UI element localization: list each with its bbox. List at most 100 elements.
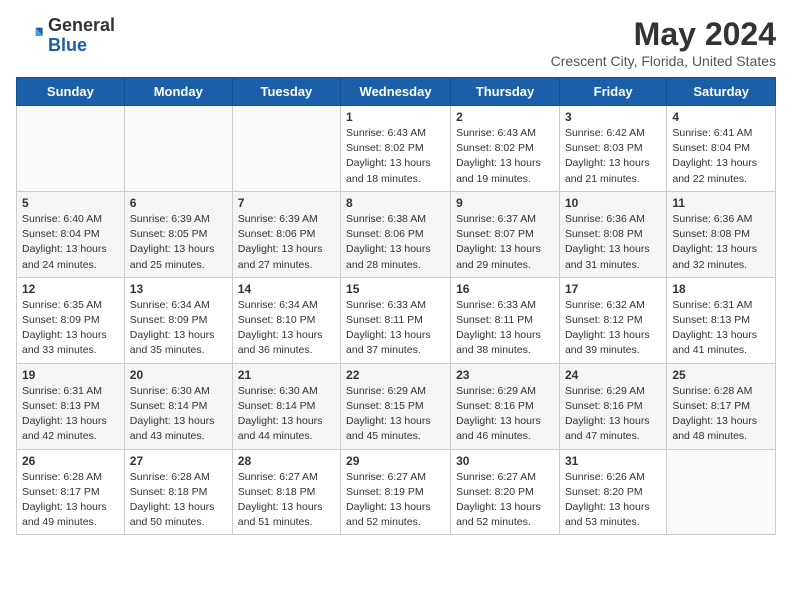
day-info: Sunrise: 6:28 AM Sunset: 8:17 PM Dayligh… bbox=[672, 384, 770, 445]
day-info: Sunrise: 6:42 AM Sunset: 8:03 PM Dayligh… bbox=[565, 126, 661, 187]
calendar-cell: 9Sunrise: 6:37 AM Sunset: 8:07 PM Daylig… bbox=[451, 191, 560, 277]
calendar-cell: 17 Sunrise: 6:32 AM Sunset: 8:12 PM Dayli… bbox=[559, 277, 666, 363]
day-number: 17 bbox=[565, 282, 661, 296]
day-number: 19 bbox=[22, 368, 119, 382]
day-info: Sunrise: 6:41 AM Sunset: 8:04 PM Dayligh… bbox=[672, 126, 770, 187]
calendar-cell: 23Sunrise: 6:29 AM Sunset: 8:16 PM Dayli… bbox=[451, 363, 560, 449]
calendar-header-wednesday: Wednesday bbox=[341, 78, 451, 106]
day-info: Sunrise: 6:27 AM Sunset: 8:19 PM Dayligh… bbox=[346, 470, 445, 531]
calendar-header-thursday: Thursday bbox=[451, 78, 560, 106]
calendar-table: SundayMondayTuesdayWednesdayThursdayFrid… bbox=[16, 77, 776, 535]
day-number: 20 bbox=[130, 368, 227, 382]
calendar-cell: 1 Sunrise: 6:43 AM Sunset: 8:02 PM Daylig… bbox=[341, 106, 451, 192]
day-info: Sunrise: 6:31 AM Sunset: 8:13 PM Dayligh… bbox=[22, 384, 119, 445]
day-info: Sunrise: 6:28 AM Sunset: 8:18 PM Dayligh… bbox=[130, 470, 227, 531]
day-number: 11 bbox=[672, 196, 770, 210]
day-info: Sunrise: 6:43 AM Sunset: 8:02 PM Dayligh… bbox=[456, 126, 554, 187]
calendar-cell: 22 Sunrise: 6:29 AM Sunset: 8:15 PM Dayli… bbox=[341, 363, 451, 449]
calendar-cell: 16 Sunrise: 6:33 AM Sunset: 8:11 PM Dayli… bbox=[451, 277, 560, 363]
day-info: Sunrise: 6:34 AM Sunset: 8:09 PM Dayligh… bbox=[130, 298, 227, 359]
calendar-week-row: 26 Sunrise: 6:28 AM Sunset: 8:17 PM Dayli… bbox=[17, 449, 776, 535]
title-block: May 2024 Crescent City, Florida, United … bbox=[551, 16, 776, 69]
calendar-cell bbox=[124, 106, 232, 192]
day-info: Sunrise: 6:34 AM Sunset: 8:10 PM Dayligh… bbox=[238, 298, 335, 359]
calendar-cell: 14 Sunrise: 6:34 AM Sunset: 8:10 PM Dayli… bbox=[232, 277, 340, 363]
day-info: Sunrise: 6:43 AM Sunset: 8:02 PM Dayligh… bbox=[346, 126, 445, 187]
day-number: 23 bbox=[456, 368, 554, 382]
day-number: 18 bbox=[672, 282, 770, 296]
day-info: Sunrise: 6:39 AM Sunset: 8:06 PM Dayligh… bbox=[238, 212, 335, 273]
calendar-cell: 10 Sunrise: 6:36 AM Sunset: 8:08 PM Dayli… bbox=[559, 191, 666, 277]
calendar-cell: 5Sunrise: 6:40 AM Sunset: 8:04 PM Daylig… bbox=[17, 191, 125, 277]
day-info: Sunrise: 6:33 AM Sunset: 8:11 PM Dayligh… bbox=[456, 298, 554, 359]
calendar-cell: 26 Sunrise: 6:28 AM Sunset: 8:17 PM Dayli… bbox=[17, 449, 125, 535]
calendar-cell: 31 Sunrise: 6:26 AM Sunset: 8:20 PM Dayli… bbox=[559, 449, 666, 535]
calendar-cell: 3 Sunrise: 6:42 AM Sunset: 8:03 PM Daylig… bbox=[559, 106, 666, 192]
day-number: 9 bbox=[456, 196, 554, 210]
day-number: 15 bbox=[346, 282, 445, 296]
calendar-cell: 18 Sunrise: 6:31 AM Sunset: 8:13 PM Dayli… bbox=[667, 277, 776, 363]
day-number: 31 bbox=[565, 454, 661, 468]
day-number: 27 bbox=[130, 454, 227, 468]
day-number: 4 bbox=[672, 110, 770, 124]
day-info: Sunrise: 6:39 AM Sunset: 8:05 PM Dayligh… bbox=[130, 212, 227, 273]
calendar-cell: 20 Sunrise: 6:30 AM Sunset: 8:14 PM Dayli… bbox=[124, 363, 232, 449]
day-number: 5 bbox=[22, 196, 119, 210]
calendar-header-tuesday: Tuesday bbox=[232, 78, 340, 106]
day-info: Sunrise: 6:36 AM Sunset: 8:08 PM Dayligh… bbox=[672, 212, 770, 273]
calendar-cell: 6 Sunrise: 6:39 AM Sunset: 8:05 PM Daylig… bbox=[124, 191, 232, 277]
calendar-cell bbox=[667, 449, 776, 535]
location: Crescent City, Florida, United States bbox=[551, 53, 776, 69]
calendar-week-row: 1 Sunrise: 6:43 AM Sunset: 8:02 PM Daylig… bbox=[17, 106, 776, 192]
day-info: Sunrise: 6:27 AM Sunset: 8:20 PM Dayligh… bbox=[456, 470, 554, 531]
calendar-cell: 24Sunrise: 6:29 AM Sunset: 8:16 PM Dayli… bbox=[559, 363, 666, 449]
day-number: 2 bbox=[456, 110, 554, 124]
day-info: Sunrise: 6:32 AM Sunset: 8:12 PM Dayligh… bbox=[565, 298, 661, 359]
day-info: Sunrise: 6:31 AM Sunset: 8:13 PM Dayligh… bbox=[672, 298, 770, 359]
calendar-cell: 27 Sunrise: 6:28 AM Sunset: 8:18 PM Dayli… bbox=[124, 449, 232, 535]
calendar-header-monday: Monday bbox=[124, 78, 232, 106]
calendar-header-row: SundayMondayTuesdayWednesdayThursdayFrid… bbox=[17, 78, 776, 106]
day-number: 8 bbox=[346, 196, 445, 210]
calendar-cell: 12Sunrise: 6:35 AM Sunset: 8:09 PM Dayli… bbox=[17, 277, 125, 363]
day-info: Sunrise: 6:28 AM Sunset: 8:17 PM Dayligh… bbox=[22, 470, 119, 531]
calendar-cell: 29 Sunrise: 6:27 AM Sunset: 8:19 PM Dayli… bbox=[341, 449, 451, 535]
calendar-header-friday: Friday bbox=[559, 78, 666, 106]
logo-icon bbox=[16, 22, 44, 50]
day-number: 6 bbox=[130, 196, 227, 210]
day-number: 13 bbox=[130, 282, 227, 296]
day-number: 14 bbox=[238, 282, 335, 296]
calendar-cell: 11 Sunrise: 6:36 AM Sunset: 8:08 PM Dayli… bbox=[667, 191, 776, 277]
calendar-header-saturday: Saturday bbox=[667, 78, 776, 106]
calendar-cell: 7 Sunrise: 6:39 AM Sunset: 8:06 PM Daylig… bbox=[232, 191, 340, 277]
day-number: 10 bbox=[565, 196, 661, 210]
day-info: Sunrise: 6:29 AM Sunset: 8:15 PM Dayligh… bbox=[346, 384, 445, 445]
day-number: 16 bbox=[456, 282, 554, 296]
day-number: 25 bbox=[672, 368, 770, 382]
calendar-week-row: 19 Sunrise: 6:31 AM Sunset: 8:13 PM Dayli… bbox=[17, 363, 776, 449]
calendar-cell bbox=[232, 106, 340, 192]
page-header: General Blue May 2024 Crescent City, Flo… bbox=[16, 16, 776, 69]
day-info: Sunrise: 6:33 AM Sunset: 8:11 PM Dayligh… bbox=[346, 298, 445, 359]
calendar-cell: 19 Sunrise: 6:31 AM Sunset: 8:13 PM Dayli… bbox=[17, 363, 125, 449]
day-info: Sunrise: 6:36 AM Sunset: 8:08 PM Dayligh… bbox=[565, 212, 661, 273]
month-title: May 2024 bbox=[551, 16, 776, 53]
day-info: Sunrise: 6:26 AM Sunset: 8:20 PM Dayligh… bbox=[565, 470, 661, 531]
logo-general: General bbox=[48, 16, 115, 36]
day-info: Sunrise: 6:38 AM Sunset: 8:06 PM Dayligh… bbox=[346, 212, 445, 273]
logo: General Blue bbox=[16, 16, 115, 56]
day-number: 29 bbox=[346, 454, 445, 468]
day-number: 1 bbox=[346, 110, 445, 124]
day-number: 12 bbox=[22, 282, 119, 296]
day-number: 26 bbox=[22, 454, 119, 468]
day-number: 22 bbox=[346, 368, 445, 382]
day-info: Sunrise: 6:30 AM Sunset: 8:14 PM Dayligh… bbox=[130, 384, 227, 445]
day-number: 3 bbox=[565, 110, 661, 124]
calendar-cell: 25 Sunrise: 6:28 AM Sunset: 8:17 PM Dayli… bbox=[667, 363, 776, 449]
calendar-cell: 30Sunrise: 6:27 AM Sunset: 8:20 PM Dayli… bbox=[451, 449, 560, 535]
day-number: 21 bbox=[238, 368, 335, 382]
day-number: 7 bbox=[238, 196, 335, 210]
logo-text: General Blue bbox=[48, 16, 115, 56]
calendar-cell: 8 Sunrise: 6:38 AM Sunset: 8:06 PM Daylig… bbox=[341, 191, 451, 277]
calendar-cell: 28Sunrise: 6:27 AM Sunset: 8:18 PM Dayli… bbox=[232, 449, 340, 535]
